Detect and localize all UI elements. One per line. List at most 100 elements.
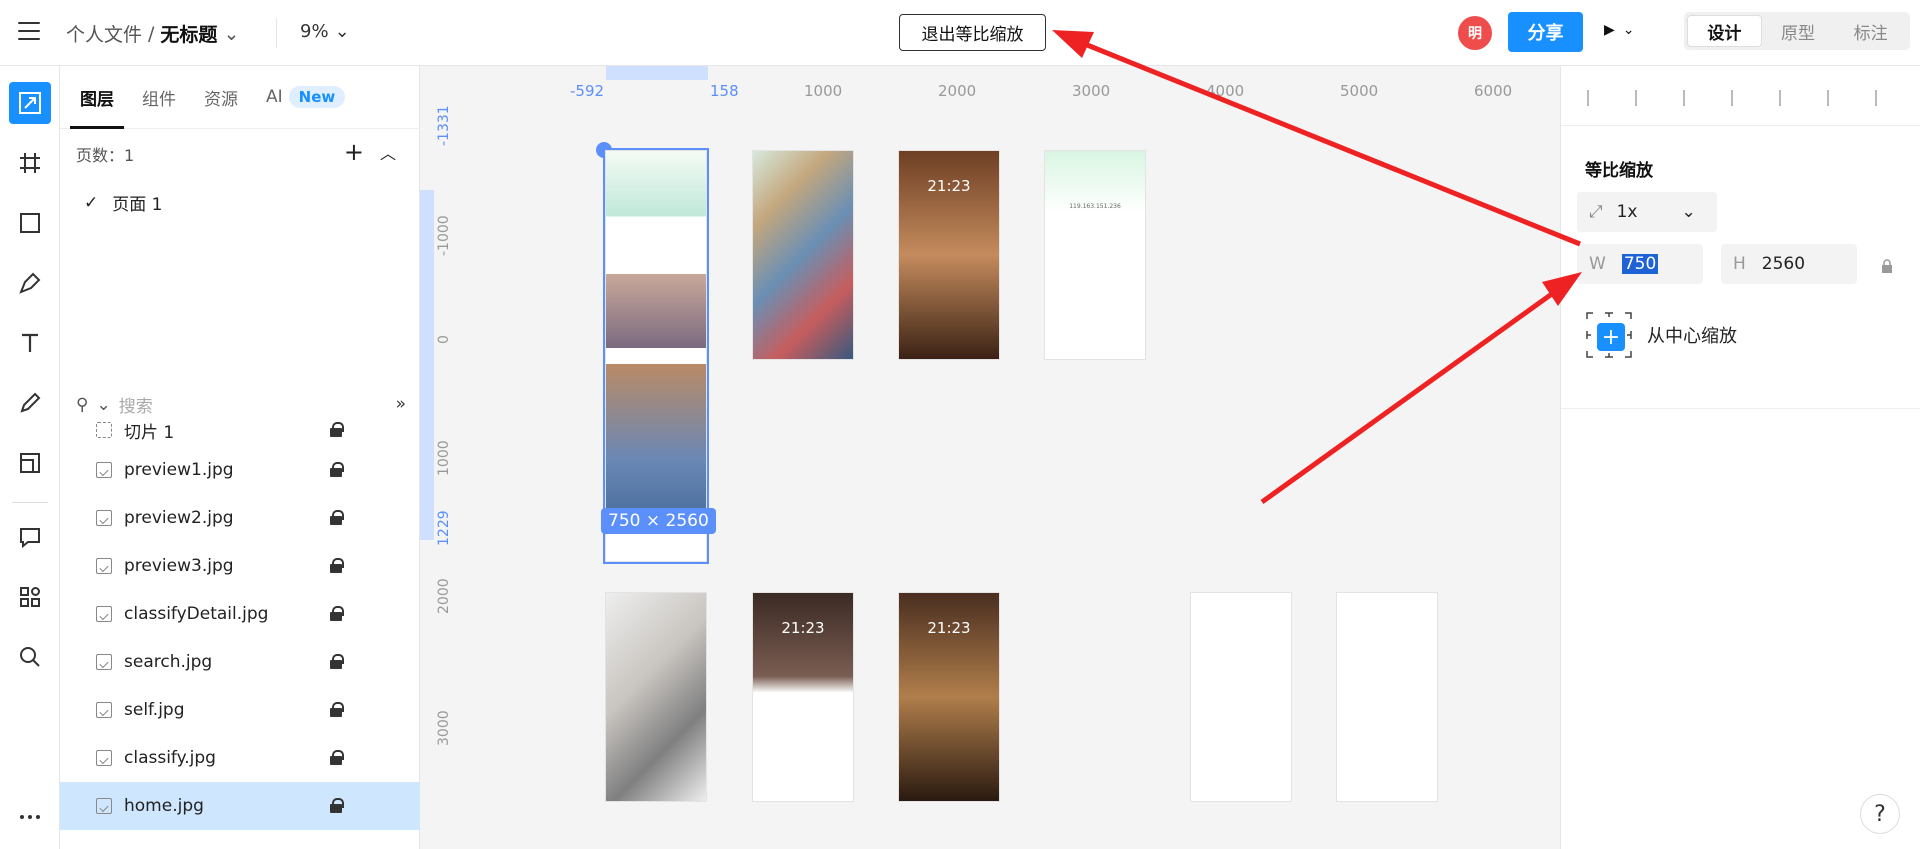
ruler-label: 3000 <box>436 710 452 746</box>
image-icon <box>96 750 112 766</box>
image-icon <box>96 702 112 718</box>
width-input[interactable]: 750 <box>1621 254 1659 274</box>
classify-preview[interactable] <box>752 150 854 360</box>
new-badge: New <box>288 86 346 108</box>
ruler-label: 1000 <box>804 82 843 100</box>
layer-item[interactable]: preview2.jpg <box>60 494 420 542</box>
rectangle-icon[interactable] <box>9 202 51 244</box>
more-icon[interactable] <box>9 796 51 838</box>
exit-scale-button[interactable]: 退出等比缩放 <box>899 14 1046 51</box>
plugins-icon[interactable] <box>9 576 51 618</box>
avatar[interactable]: 明 <box>1458 16 1492 50</box>
add-page-icon[interactable]: + <box>344 138 364 166</box>
vertical-ruler: -1331 -1000 0 1000 1229 2000 3000 <box>420 105 460 849</box>
align-center-h-icon[interactable] <box>1635 90 1653 106</box>
layer-name: classify.jpg <box>124 748 216 768</box>
tab-ai[interactable]: AI New <box>266 66 346 129</box>
lock-icon[interactable] <box>330 558 344 573</box>
pencil-icon[interactable] <box>9 382 51 424</box>
self-preview[interactable]: 119.163.151.236 <box>1044 150 1146 360</box>
page-item[interactable]: ✓ 页面 1 <box>84 190 162 216</box>
text-icon[interactable] <box>9 322 51 364</box>
tab-assets[interactable]: 资源 <box>204 66 238 129</box>
width-field[interactable]: W 750 <box>1577 244 1703 284</box>
layer-item-selected[interactable]: home.jpg <box>60 782 420 830</box>
article-preview[interactable] <box>1336 592 1438 802</box>
chevron-down-icon: ⌄ <box>1681 202 1696 222</box>
divider <box>276 18 277 48</box>
scale-value: 1x <box>1616 202 1638 222</box>
file-title[interactable]: 无标题 <box>160 20 217 47</box>
preview-image[interactable]: 21:23 <box>898 150 1000 360</box>
help-button[interactable]: ? <box>1860 794 1900 834</box>
ruler-label: 0 <box>436 335 452 344</box>
lock-icon[interactable] <box>330 750 344 765</box>
chevron-down-icon: ⌄ <box>1622 22 1635 38</box>
classify-detail-preview[interactable] <box>605 592 707 802</box>
comment-icon[interactable] <box>9 516 51 558</box>
layer-item[interactable]: 切片 1 <box>60 414 420 446</box>
collapse-all-icon[interactable]: » <box>396 394 406 414</box>
zoom-dropdown[interactable]: 9% ⌄ <box>300 21 350 42</box>
hamburger-menu-icon[interactable] <box>18 22 40 40</box>
check-icon: ✓ <box>84 192 99 213</box>
scale-tool-icon[interactable] <box>9 82 51 124</box>
alignment-toolbar <box>1561 66 1920 126</box>
lock-icon[interactable] <box>330 606 344 621</box>
image-icon <box>96 798 112 814</box>
ruler-selection-highlight <box>420 190 434 540</box>
lock-icon[interactable] <box>330 798 344 813</box>
align-bottom-icon[interactable] <box>1827 90 1845 106</box>
zoom-value: 9% <box>300 21 329 42</box>
chevron-up-icon[interactable]: ︿ <box>380 140 396 164</box>
distribute-icon[interactable] <box>1875 90 1893 106</box>
home-preview[interactable] <box>603 148 709 564</box>
tab-design[interactable]: 设计 <box>1687 15 1762 47</box>
slice-icon[interactable] <box>9 442 51 484</box>
lock-icon[interactable] <box>330 702 344 717</box>
pages-count: 页数：1 <box>76 146 135 165</box>
align-top-icon[interactable] <box>1731 90 1749 106</box>
tab-layers[interactable]: 图层 <box>70 66 124 129</box>
canvas[interactable]: -592 158 1000 2000 3000 4000 5000 6000 -… <box>420 66 1560 849</box>
tab-components[interactable]: 组件 <box>142 66 176 129</box>
aspect-lock-icon[interactable] <box>1881 258 1893 273</box>
anchor-grid-icon[interactable]: + <box>1585 311 1633 359</box>
layer-item[interactable]: self.jpg <box>60 686 420 734</box>
pen-icon[interactable] <box>9 262 51 304</box>
height-field[interactable]: H 2560 <box>1721 244 1857 284</box>
play-button[interactable]: ▶ ⌄ <box>1604 22 1635 38</box>
search-preview[interactable] <box>1190 592 1292 802</box>
preview-image[interactable]: 21:23 <box>898 592 1000 802</box>
layer-item[interactable]: classify.jpg <box>60 734 420 782</box>
scale-from-center[interactable]: + 从中心缩放 <box>1585 311 1737 359</box>
tab-annotation[interactable]: 标注 <box>1834 15 1907 47</box>
align-right-icon[interactable] <box>1683 90 1701 106</box>
image-icon <box>96 558 112 574</box>
height-input[interactable]: 2560 <box>1762 254 1805 274</box>
chevron-down-icon[interactable]: ⌄ <box>223 23 239 45</box>
breadcrumb-parent[interactable]: 个人文件 <box>66 20 142 47</box>
lock-icon[interactable] <box>330 462 344 477</box>
lock-icon[interactable] <box>330 654 344 669</box>
preview-image[interactable]: 21:23 <box>752 592 854 802</box>
layer-item[interactable]: preview1.jpg <box>60 446 420 494</box>
image-icon <box>96 462 112 478</box>
lock-screen-time: 21:23 <box>927 177 971 195</box>
breadcrumb: 个人文件 / 无标题 ⌄ <box>66 20 239 47</box>
align-left-icon[interactable] <box>1587 90 1605 106</box>
layer-name: preview2.jpg <box>124 508 234 528</box>
layer-item[interactable]: classifyDetail.jpg <box>60 590 420 638</box>
lock-icon[interactable] <box>330 422 344 437</box>
layer-item[interactable]: preview3.jpg <box>60 542 420 590</box>
tab-prototype[interactable]: 原型 <box>1762 15 1835 47</box>
align-center-v-icon[interactable] <box>1779 90 1797 106</box>
search-icon[interactable] <box>9 636 51 678</box>
lock-icon[interactable] <box>330 510 344 525</box>
ip-address: 119.163.151.236 <box>1069 203 1121 210</box>
layer-item[interactable]: search.jpg <box>60 638 420 686</box>
share-button[interactable]: 分享 <box>1508 12 1583 52</box>
image-icon <box>96 606 112 622</box>
frame-icon[interactable] <box>9 142 51 184</box>
scale-dropdown[interactable]: ⤢ 1x ⌄ <box>1577 192 1717 232</box>
